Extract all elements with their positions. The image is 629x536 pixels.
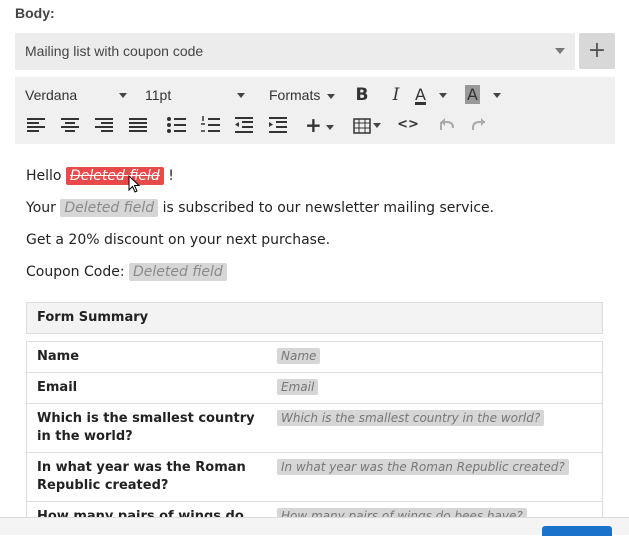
table-icon xyxy=(353,117,371,134)
discount-line: Get a 20% discount on your next purchase… xyxy=(26,232,331,248)
greeting-line: Hello Deleted field ! xyxy=(26,167,174,185)
template-select[interactable]: Mailing list with coupon code xyxy=(15,33,575,70)
subscription-line: Your Deleted field is subscribed to our … xyxy=(26,199,494,217)
question-cell: Name xyxy=(26,341,267,373)
undo-icon[interactable] xyxy=(433,110,459,140)
greeting-text: Hello xyxy=(26,168,62,184)
field-token[interactable]: Email xyxy=(277,379,319,395)
outdent-icon[interactable] xyxy=(231,110,257,140)
text-color-button[interactable]: A xyxy=(415,80,455,110)
background-color-button[interactable]: A xyxy=(465,80,505,110)
question-cell: Email xyxy=(26,372,267,404)
field-token[interactable]: Which is the smallest country in the wor… xyxy=(277,410,545,426)
font-family-value: Verdana xyxy=(25,87,78,103)
coupon-label: Coupon Code: xyxy=(26,264,125,280)
editor-toolbar: Verdana 11pt Formats B I A A + <> xyxy=(15,77,615,144)
question-cell: Which is the smallest country in the wor… xyxy=(26,403,267,453)
italic-button[interactable]: I xyxy=(383,80,409,110)
form-summary-title: Form Summary xyxy=(26,302,603,334)
deleted-field-token[interactable]: Deleted field xyxy=(65,167,164,185)
answer-cell: Name xyxy=(267,341,603,373)
align-justify-icon[interactable] xyxy=(125,110,151,140)
insert-menu[interactable]: + xyxy=(305,110,339,140)
indent-icon[interactable] xyxy=(265,110,291,140)
body-label: Body: xyxy=(15,5,55,21)
answer-cell: In what year was the Roman Republic crea… xyxy=(267,452,603,502)
font-size-value: 11pt xyxy=(145,87,172,103)
align-center-icon[interactable] xyxy=(57,110,83,140)
chevron-down-icon xyxy=(373,123,381,128)
deleted-field-token[interactable]: Deleted field xyxy=(129,263,227,281)
table-row: Which is the smallest country in the wor… xyxy=(26,403,603,453)
table-row: In what year was the Roman Republic crea… xyxy=(26,452,603,502)
deleted-field-token[interactable]: Deleted field xyxy=(60,199,159,217)
font-size-select[interactable]: 11pt xyxy=(145,80,250,110)
footer-bar xyxy=(0,517,629,535)
formats-label: Formats xyxy=(269,87,321,103)
mouse-cursor-icon xyxy=(128,175,141,193)
align-left-icon[interactable] xyxy=(23,110,49,140)
add-template-button[interactable]: + xyxy=(579,33,615,69)
greeting-suffix: ! xyxy=(168,168,174,184)
chevron-down-icon xyxy=(439,93,448,98)
bullet-list-icon[interactable] xyxy=(163,110,189,140)
align-right-icon[interactable] xyxy=(91,110,117,140)
chevron-down-icon xyxy=(493,93,502,98)
form-summary: Form Summary Name Name Email Email Which… xyxy=(26,302,603,533)
coupon-line: Coupon Code: Deleted field xyxy=(26,263,227,281)
editor-content[interactable]: Hello Deleted field ! Your Deleted field… xyxy=(15,144,615,534)
question-cell: In what year was the Roman Republic crea… xyxy=(26,452,267,502)
answer-cell: Email xyxy=(267,372,603,404)
redo-icon[interactable] xyxy=(467,110,493,140)
chevron-down-icon xyxy=(237,93,245,98)
your-text: Your xyxy=(26,200,56,216)
table-row: Name Name xyxy=(26,341,603,373)
text-color-icon: A xyxy=(415,85,426,104)
answer-cell: Which is the smallest country in the wor… xyxy=(267,403,603,453)
chevron-down-icon xyxy=(119,93,127,98)
plus-icon: + xyxy=(305,113,322,137)
subscription-text: is subscribed to our newsletter mailing … xyxy=(162,200,495,216)
template-select-value: Mailing list with coupon code xyxy=(25,43,204,59)
chevron-down-icon xyxy=(555,48,565,54)
chevron-down-icon xyxy=(325,125,334,130)
chevron-down-icon xyxy=(327,93,336,99)
table-menu[interactable] xyxy=(353,110,387,140)
bold-button[interactable]: B xyxy=(349,80,375,110)
field-token[interactable]: In what year was the Roman Republic crea… xyxy=(277,459,569,475)
field-token[interactable]: Name xyxy=(277,348,321,364)
numbered-list-icon[interactable] xyxy=(197,110,223,140)
form-summary-table: Name Name Email Email Which is the small… xyxy=(26,341,603,533)
formats-menu[interactable]: Formats xyxy=(269,80,339,110)
font-family-select[interactable]: Verdana xyxy=(25,80,133,110)
background-color-icon: A xyxy=(465,85,480,104)
primary-action-button[interactable] xyxy=(542,526,612,536)
source-code-icon[interactable]: <> xyxy=(395,110,421,140)
table-row: Email Email xyxy=(26,372,603,404)
